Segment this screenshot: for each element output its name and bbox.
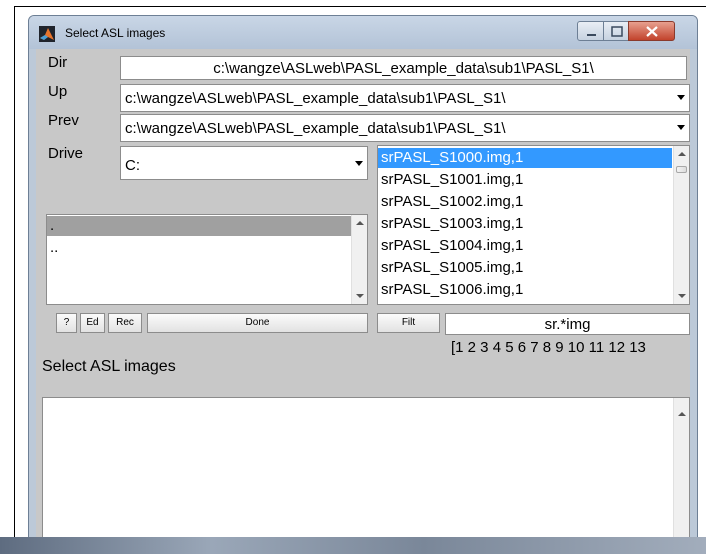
maximize-icon: [611, 26, 623, 37]
list-item[interactable]: ..: [47, 238, 352, 258]
window-title: Select ASL images: [65, 26, 166, 40]
list-item[interactable]: .: [47, 216, 352, 236]
dir-field: c:\wangze\ASLweb\PASL_example_data\sub1\…: [120, 56, 687, 80]
drive-value: C:: [125, 157, 140, 174]
desktop: Select ASL images Dir c:\wangze\ASLweb\P…: [0, 0, 706, 554]
minimize-icon: [587, 34, 596, 36]
list-item[interactable]: srPASL_S1004.img,1: [378, 236, 523, 256]
scroll-up-icon[interactable]: [356, 221, 364, 225]
list-item[interactable]: srPASL_S1003.img,1: [378, 214, 523, 234]
prev-value: c:\wangze\ASLweb\PASL_example_data\sub1\…: [125, 120, 506, 137]
dir-value: c:\wangze\ASLweb\PASL_example_data\sub1\…: [213, 60, 594, 77]
prompt-text: Select ASL images: [42, 358, 176, 375]
edit-button[interactable]: Ed: [80, 313, 105, 333]
close-button[interactable]: [628, 21, 675, 41]
up-value: c:\wangze\ASLweb\PASL_example_data\sub1\…: [125, 90, 506, 107]
selected-files-list[interactable]: [42, 397, 690, 553]
drive-label: Drive: [48, 145, 84, 162]
select-images-window: Select ASL images Dir c:\wangze\ASLweb\P…: [28, 15, 698, 554]
directory-list[interactable]: . ..: [46, 214, 368, 305]
frames-input[interactable]: [1 2 3 4 5 6 7 8 9 10 11 12 13: [445, 337, 690, 359]
done-button[interactable]: Done: [147, 313, 368, 333]
drive-dropdown[interactable]: C:: [120, 146, 368, 180]
scroll-up-icon[interactable]: [678, 412, 686, 416]
rec-button[interactable]: Rec: [108, 313, 142, 333]
minimize-button[interactable]: [577, 21, 604, 41]
chevron-down-icon[interactable]: [677, 125, 685, 130]
frames-value: [1 2 3 4 5 6 7 8 9 10 11 12 13: [451, 339, 646, 356]
filter-value: sr.*img: [544, 316, 591, 333]
dir-label: Dir: [48, 54, 68, 71]
file-list-scrollbar[interactable]: [673, 146, 689, 304]
list-item[interactable]: srPASL_S1001.img,1: [378, 170, 523, 190]
close-icon: [646, 26, 658, 37]
list-item[interactable]: srPASL_S1000.img,1: [378, 148, 672, 168]
scroll-down-icon[interactable]: [356, 294, 364, 298]
prev-dropdown[interactable]: c:\wangze\ASLweb\PASL_example_data\sub1\…: [120, 114, 690, 142]
file-list[interactable]: srPASL_S1000.img,1 srPASL_S1001.img,1 sr…: [377, 145, 690, 305]
prev-label: Prev: [48, 112, 79, 129]
help-button[interactable]: ?: [56, 313, 77, 333]
scroll-up-icon[interactable]: [678, 152, 686, 156]
up-dropdown[interactable]: c:\wangze\ASLweb\PASL_example_data\sub1\…: [120, 84, 690, 112]
list-item[interactable]: srPASL_S1002.img,1: [378, 192, 523, 212]
scroll-thumb[interactable]: [676, 166, 687, 173]
list-item[interactable]: srPASL_S1005.img,1: [378, 258, 523, 278]
title-bar[interactable]: Select ASL images: [29, 16, 697, 49]
taskbar-edge: [0, 537, 706, 554]
chevron-down-icon[interactable]: [677, 95, 685, 100]
list-item[interactable]: srPASL_S1006.img,1: [378, 280, 523, 300]
matlab-icon: [39, 26, 55, 42]
up-label: Up: [48, 83, 68, 100]
dialog-client-area: Dir c:\wangze\ASLweb\PASL_example_data\s…: [36, 49, 690, 553]
scroll-down-icon[interactable]: [678, 294, 686, 298]
selected-files-scrollbar[interactable]: [673, 398, 689, 553]
directory-scrollbar[interactable]: [351, 215, 367, 304]
filter-input[interactable]: sr.*img: [445, 313, 690, 335]
chevron-down-icon[interactable]: [355, 161, 363, 166]
filter-button[interactable]: Filt: [377, 313, 440, 333]
maximize-button[interactable]: [603, 21, 629, 41]
